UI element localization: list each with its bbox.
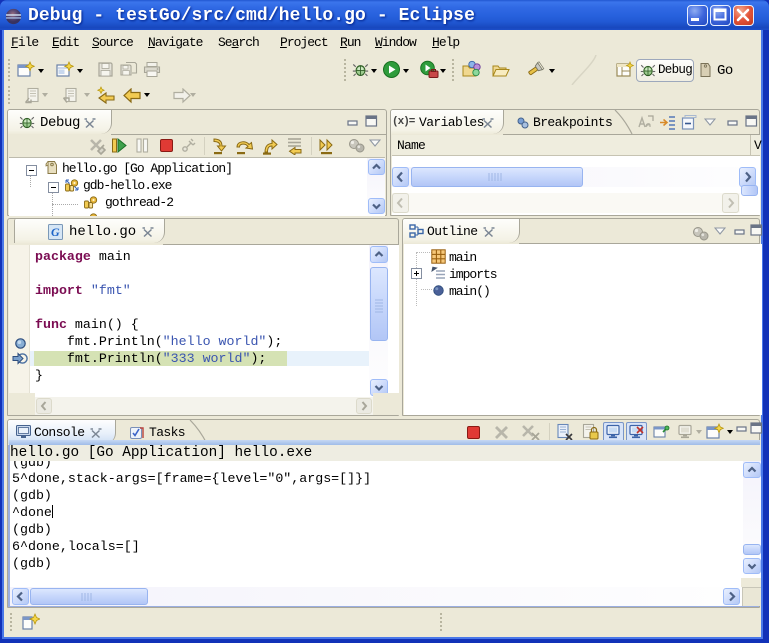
svg-text:G: G: [51, 225, 60, 239]
